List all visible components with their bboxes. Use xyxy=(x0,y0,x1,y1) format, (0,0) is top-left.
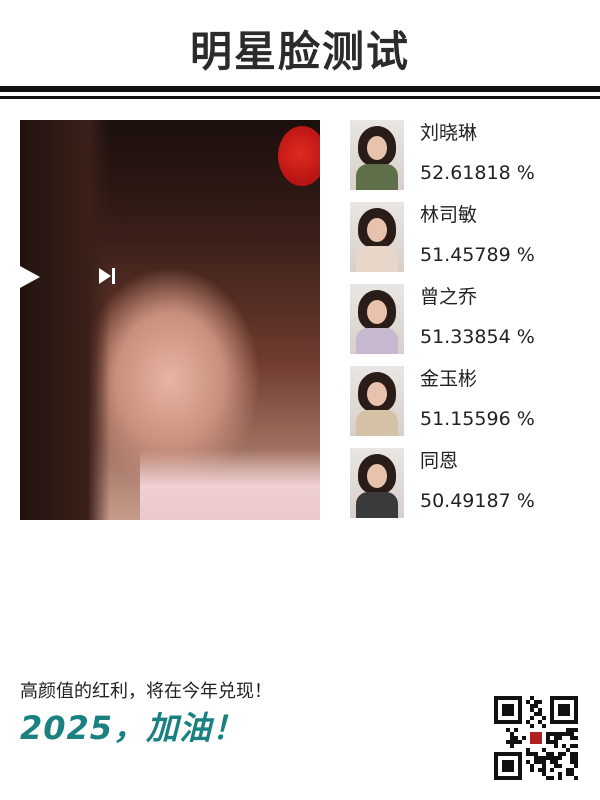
play-icon[interactable] xyxy=(20,266,40,288)
match-thumbnail xyxy=(350,202,404,272)
match-name: 林司敏 xyxy=(420,204,478,226)
qr-code-icon xyxy=(494,696,578,780)
match-score: 51.45789 % xyxy=(420,244,535,266)
match-thumbnail xyxy=(350,120,404,190)
hair-flower xyxy=(278,126,320,186)
page-title: 明星脸测试 xyxy=(189,27,410,76)
header-divider-thin xyxy=(0,96,600,99)
slogan-text: 高颜值的红利，将在今年兑现！ xyxy=(20,681,272,702)
match-name: 曾之乔 xyxy=(420,286,478,308)
match-name: 刘晓琳 xyxy=(420,122,478,144)
match-thumbnail xyxy=(350,448,404,518)
header-divider-thick xyxy=(0,86,600,92)
match-score: 50.49187 % xyxy=(420,490,535,512)
next-track-icon[interactable] xyxy=(97,266,117,286)
match-item[interactable]: 曾之乔 51.33854 % xyxy=(350,284,580,354)
match-score: 51.33854 % xyxy=(420,326,535,348)
match-thumbnail xyxy=(350,366,404,436)
match-item[interactable]: 刘晓琳 52.61818 % xyxy=(350,120,580,190)
match-item[interactable]: 金玉彬 51.15596 % xyxy=(350,366,580,436)
match-name: 金玉彬 xyxy=(420,368,478,390)
match-name: 同恩 xyxy=(420,450,459,472)
match-score: 52.61818 % xyxy=(420,162,535,184)
slogan-headline: 2025，加油！ xyxy=(20,709,246,747)
match-thumbnail xyxy=(350,284,404,354)
match-item[interactable]: 同恩 50.49187 % xyxy=(350,448,580,518)
match-item[interactable]: 林司敏 51.45789 % xyxy=(350,202,580,272)
match-score: 51.15596 % xyxy=(420,408,535,430)
uploaded-face-photo[interactable] xyxy=(20,120,320,520)
